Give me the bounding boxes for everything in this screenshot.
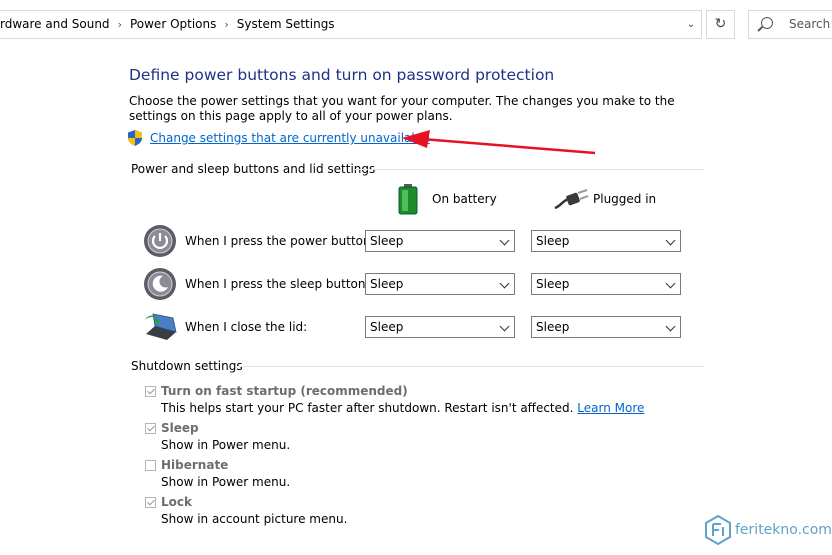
chevron-down-icon: [665, 235, 676, 246]
fast-startup-description: This helps start your PC faster after sh…: [161, 401, 645, 415]
power-plug-icon: [554, 189, 589, 210]
sleep-button-plugged-select[interactable]: Sleep: [531, 273, 681, 295]
address-history-chevron-down-icon[interactable]: ⌄: [681, 11, 701, 38]
page-title: Define power buttons and turn on passwor…: [129, 66, 555, 84]
learn-more-link[interactable]: Learn More: [577, 401, 644, 415]
feritekno-logo-icon: [705, 514, 731, 546]
power-buttons-group-heading: Power and sleep buttons and lid settings: [131, 162, 376, 176]
uac-shield-icon: [128, 130, 142, 146]
hibernate-option-description: Show in Power menu.: [161, 475, 291, 489]
annotation-arrow-icon: [402, 130, 596, 155]
battery-icon: [398, 184, 418, 215]
sleep-checkbox[interactable]: [145, 423, 156, 434]
chevron-down-icon: [499, 278, 510, 289]
watermark-text: feritekno.com: [735, 522, 832, 538]
lock-checkbox[interactable]: [145, 497, 156, 508]
laptop-lid-icon: [145, 313, 177, 340]
hibernate-option-label: Hibernate: [161, 458, 229, 472]
chevron-down-icon: [499, 321, 510, 332]
fast-startup-label: Turn on fast startup (recommended): [161, 384, 408, 398]
sleep-button-label: When I press the sleep button:: [185, 277, 370, 291]
breadcrumb-separator-icon[interactable]: ›: [118, 11, 122, 38]
close-lid-plugged-select[interactable]: Sleep: [531, 316, 681, 338]
lock-option-label: Lock: [161, 495, 192, 509]
search-box[interactable]: Search C: [748, 10, 832, 39]
page-description: Choose the power settings that you want …: [129, 94, 675, 123]
shutdown-settings-heading: Shutdown settings: [131, 359, 243, 373]
sleep-button-battery-select[interactable]: Sleep: [365, 273, 515, 295]
watermark: feritekno.com: [705, 514, 832, 547]
on-battery-column-heading: On battery: [432, 192, 497, 206]
address-bar[interactable]: rdware and Sound › Power Options › System Se…: [0, 10, 702, 39]
plugged-in-column-heading: Plugged in: [593, 192, 657, 206]
chevron-down-icon: [665, 278, 676, 289]
fast-startup-checkbox[interactable]: [145, 386, 156, 397]
refresh-icon[interactable]: ↻: [706, 10, 735, 39]
group-divider: [354, 169, 704, 170]
lock-option-description: Show in account picture menu.: [161, 512, 348, 526]
search-icon: [761, 17, 773, 29]
search-input[interactable]: Search C: [789, 11, 832, 38]
hibernate-checkbox[interactable]: [145, 460, 156, 471]
power-button-label: When I press the power button:: [185, 234, 375, 248]
breadcrumb-separator-icon[interactable]: ›: [224, 11, 228, 38]
chevron-down-icon: [665, 321, 676, 332]
chevron-down-icon: [499, 235, 510, 246]
breadcrumb-hardware-and-sound[interactable]: rdware and Sound: [0, 11, 110, 38]
sleep-option-label: Sleep: [161, 421, 199, 435]
group-divider: [237, 366, 704, 367]
power-button-plugged-select[interactable]: Sleep: [531, 230, 681, 252]
power-button-battery-select[interactable]: Sleep: [365, 230, 515, 252]
close-lid-battery-select[interactable]: Sleep: [365, 316, 515, 338]
change-unavailable-settings-link[interactable]: Change settings that are currently unava…: [150, 131, 430, 145]
breadcrumb-system-settings[interactable]: System Settings: [237, 11, 335, 38]
breadcrumb: rdware and Sound › Power Options › System Se…: [0, 11, 680, 38]
close-lid-label: When I close the lid:: [185, 320, 308, 334]
sleep-button-icon: [144, 268, 176, 300]
breadcrumb-power-options[interactable]: Power Options: [130, 11, 216, 38]
power-button-icon: [144, 225, 176, 257]
sleep-option-description: Show in Power menu.: [161, 438, 291, 452]
